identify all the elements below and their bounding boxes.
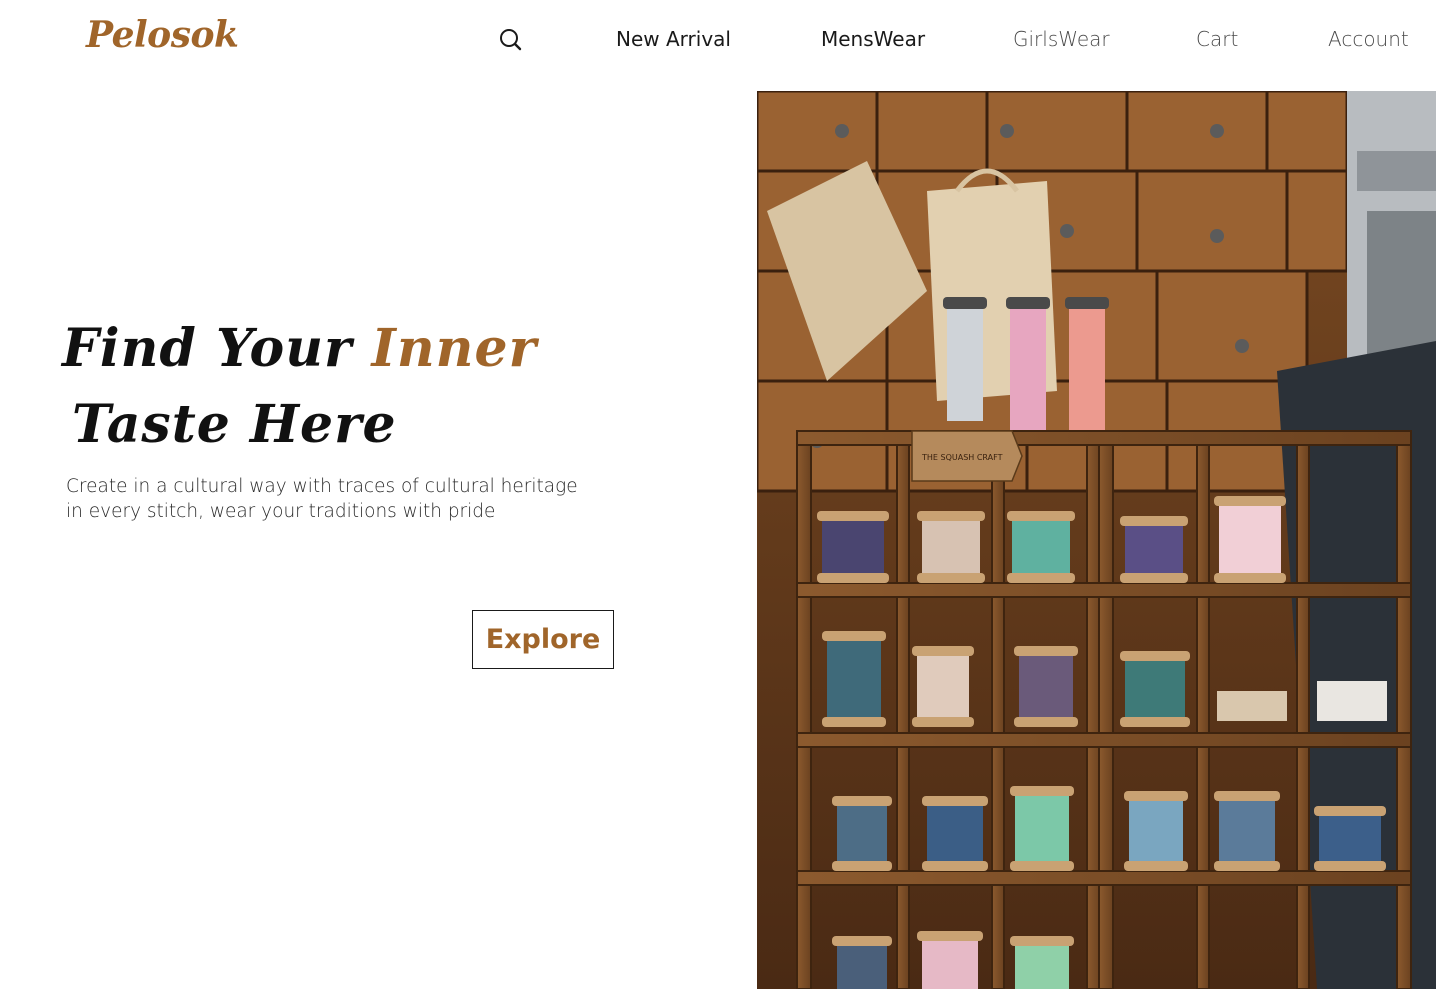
hero-subtitle-line1: Create in a cultural way with traces of … [66, 476, 578, 497]
hero-subtitle-line2: in every stitch, wear your traditions wi… [66, 501, 496, 522]
brand-logo[interactable]: Pelosok [86, 14, 239, 56]
hero-title-line1: Find Your Inner [62, 318, 537, 379]
hero-title-prefix: Find Your [62, 318, 353, 379]
hero-title-accent: Inner [371, 318, 537, 379]
search-icon [500, 29, 522, 51]
nav-menswear[interactable]: MensWear [821, 27, 925, 51]
ribbon-shelf-illustration: THE SQUASH CRAFT [757, 91, 1436, 989]
nav-girlswear[interactable]: GirlsWear [1013, 27, 1110, 51]
nav-cart[interactable]: Cart [1196, 27, 1238, 51]
hero-image: THE SQUASH CRAFT [757, 91, 1436, 989]
search-button[interactable] [498, 27, 524, 53]
explore-button[interactable]: Explore [472, 610, 614, 669]
hero-subtitle: Create in a cultural way with traces of … [66, 474, 586, 524]
nav-new-arrival[interactable]: New Arrival [616, 27, 731, 51]
hero-title-line2: Taste Here [72, 394, 397, 455]
nav-account[interactable]: Account [1328, 27, 1409, 51]
shelf-tag-text: THE SQUASH CRAFT [921, 453, 1003, 462]
